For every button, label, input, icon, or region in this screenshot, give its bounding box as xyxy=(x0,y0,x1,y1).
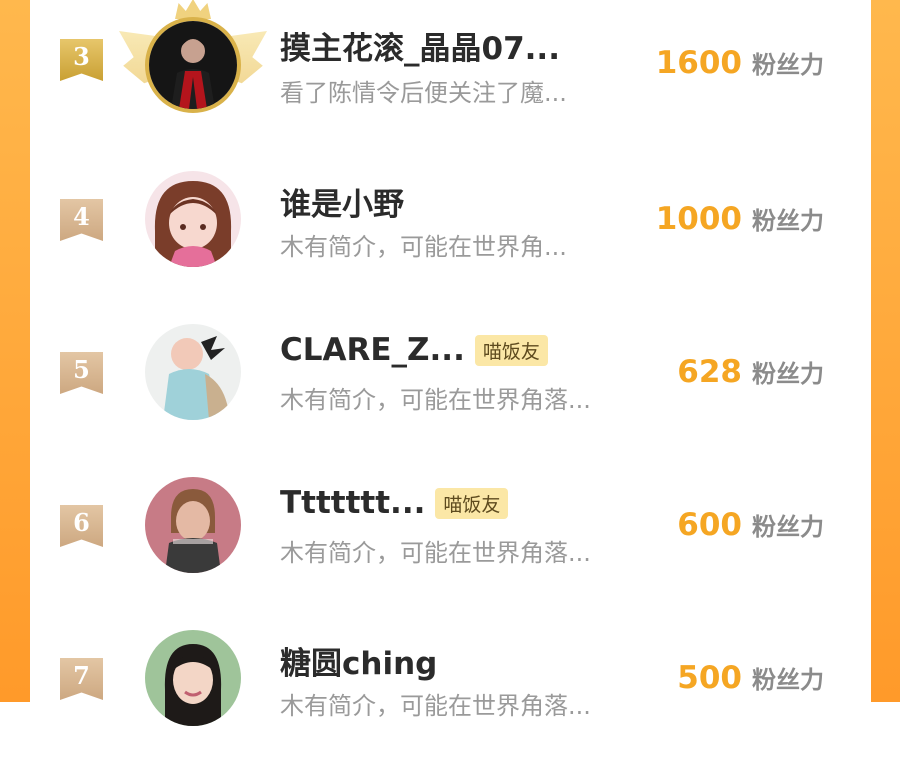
ranking-row[interactable]: 4 谁是小野 木有简介，可能在世界角... 1000 粉丝力 xyxy=(30,149,871,299)
rank-ribbon: 3 xyxy=(60,39,103,81)
member-badge: 喵饭友 xyxy=(474,334,548,366)
ranking-row[interactable]: 5 CLARE_Z... 喵饭友 木有简介，可能在世界角落... 628 粉丝力 xyxy=(30,302,871,452)
name-line: CLARE_Z... 喵饭友 xyxy=(280,332,548,368)
user-bio: 看了陈情令后便关注了魔... xyxy=(280,79,567,107)
avatar-frame xyxy=(145,477,241,573)
user-name[interactable]: CLARE_Z... xyxy=(280,332,465,368)
member-badge: 喵饭友 xyxy=(435,487,509,519)
avatar[interactable] xyxy=(145,630,241,726)
score-unit: 粉丝力 xyxy=(752,51,824,79)
avatar-image xyxy=(149,21,237,109)
rank-ribbon: 5 xyxy=(60,352,103,394)
fan-power-score: 1000 粉丝力 xyxy=(656,201,824,237)
avatar[interactable] xyxy=(145,324,241,420)
name-line: Ttttttt... 喵饭友 xyxy=(280,485,509,521)
rank-ribbon: 7 xyxy=(60,658,103,700)
score-value: 1600 xyxy=(655,45,742,81)
score-value: 500 xyxy=(677,660,742,696)
score-unit: 粉丝力 xyxy=(752,513,824,541)
avatar-frame xyxy=(145,171,241,267)
fan-power-score: 600 粉丝力 xyxy=(677,507,824,543)
score-value: 1000 xyxy=(655,201,742,237)
rank-ribbon: 4 xyxy=(60,199,103,241)
user-name[interactable]: Ttttttt... xyxy=(280,485,425,521)
rank-ribbon: 6 xyxy=(60,505,103,547)
page-edge-left xyxy=(0,0,30,702)
ranking-row[interactable]: 7 糖圆ching 木有简介，可能在世界角落... 500 粉丝力 xyxy=(30,608,871,758)
avatar-frame xyxy=(119,0,267,113)
avatar-image xyxy=(145,324,241,420)
avatar-frame xyxy=(145,324,241,420)
fan-ranking-list: 3 摸主花滚_晶晶07... 看了陈情令后便关注了魔... 1600 粉丝力 4… xyxy=(30,0,871,726)
score-unit: 粉丝力 xyxy=(752,666,824,694)
avatar-image xyxy=(145,630,241,726)
user-bio: 木有简介，可能在世界角落... xyxy=(280,386,591,414)
user-name[interactable]: 谁是小野 xyxy=(280,179,404,224)
fan-power-score: 1600 粉丝力 xyxy=(656,45,824,81)
rank-number: 6 xyxy=(73,508,90,537)
score-unit: 粉丝力 xyxy=(752,360,824,388)
name-line: 糖圆ching xyxy=(280,638,437,683)
user-name[interactable]: 糖圆ching xyxy=(280,638,437,683)
avatar-frame xyxy=(145,630,241,726)
user-bio: 木有简介，可能在世界角落... xyxy=(280,539,591,567)
rank-number: 4 xyxy=(73,202,90,231)
avatar-image xyxy=(145,171,241,267)
avatar-image xyxy=(145,477,241,573)
avatar[interactable] xyxy=(145,17,241,113)
score-value: 600 xyxy=(677,507,742,543)
ranking-row[interactable]: 3 摸主花滚_晶晶07... 看了陈情令后便关注了魔... 1600 粉丝力 xyxy=(30,0,871,145)
user-bio: 木有简介，可能在世界角落... xyxy=(280,692,591,720)
rank-number: 5 xyxy=(73,355,90,384)
fan-power-score: 500 粉丝力 xyxy=(677,660,824,696)
score-unit: 粉丝力 xyxy=(752,207,824,235)
user-bio: 木有简介，可能在世界角... xyxy=(280,233,567,261)
score-value: 628 xyxy=(677,354,742,390)
rank-number: 3 xyxy=(73,42,90,71)
ranking-row[interactable]: 6 Ttttttt... 喵饭友 木有简介，可能在世界角落... 600 粉丝力 xyxy=(30,455,871,605)
page-edge-right xyxy=(871,0,900,702)
user-name[interactable]: 摸主花滚_晶晶07... xyxy=(280,23,560,68)
name-line: 摸主花滚_晶晶07... xyxy=(280,23,560,68)
avatar[interactable] xyxy=(145,477,241,573)
rank-number: 7 xyxy=(73,661,90,690)
name-line: 谁是小野 xyxy=(280,179,404,224)
fan-power-score: 628 粉丝力 xyxy=(677,354,824,390)
avatar[interactable] xyxy=(145,171,241,267)
